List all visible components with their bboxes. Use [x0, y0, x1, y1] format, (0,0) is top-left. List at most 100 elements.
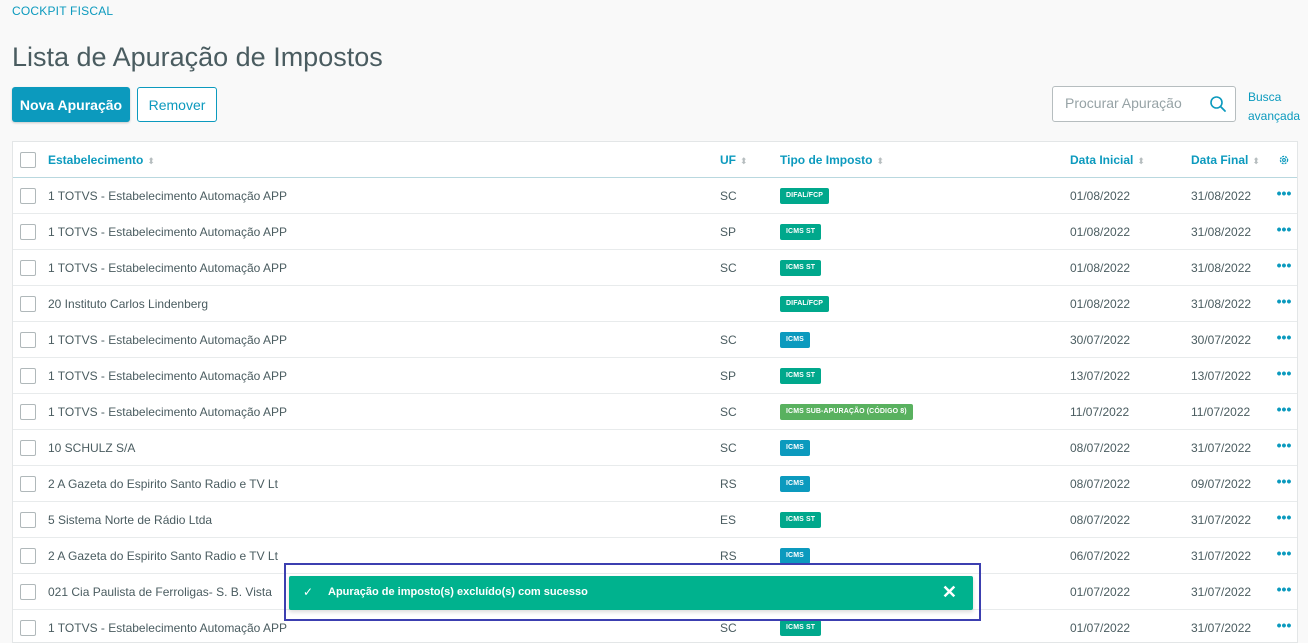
more-icon[interactable]: •••	[1271, 581, 1297, 597]
more-icon[interactable]: •••	[1271, 437, 1297, 453]
row-checkbox[interactable]	[20, 188, 36, 204]
row-checkbox[interactable]	[20, 260, 36, 276]
more-icon[interactable]: •••	[1271, 509, 1297, 525]
uf-cell: SP	[720, 358, 780, 394]
row-checkbox[interactable]	[20, 440, 36, 456]
select-all-checkbox[interactable]	[20, 152, 36, 168]
row-checkbox[interactable]	[20, 368, 36, 384]
row-actions-cell[interactable]: •••	[1271, 250, 1297, 286]
data-inicial-cell: 01/08/2022	[1070, 214, 1191, 250]
more-icon[interactable]: •••	[1271, 329, 1297, 345]
table-row[interactable]: 10 SCHULZ S/ASCICMS08/07/202231/07/2022•…	[13, 430, 1297, 466]
select-all-cell[interactable]	[13, 142, 48, 178]
row-select-cell[interactable]	[13, 214, 48, 250]
data-inicial-cell: 08/07/2022	[1070, 466, 1191, 502]
column-tipo-imposto[interactable]: Tipo de Imposto⬍	[780, 142, 1070, 178]
more-icon[interactable]: •••	[1271, 401, 1297, 417]
tipo-cell: ICMS ST	[780, 502, 1070, 538]
row-checkbox[interactable]	[20, 584, 36, 600]
row-select-cell[interactable]	[13, 574, 48, 610]
row-select-cell[interactable]	[13, 286, 48, 322]
row-checkbox[interactable]	[20, 296, 36, 312]
row-actions-cell[interactable]: •••	[1271, 178, 1297, 214]
row-checkbox[interactable]	[20, 512, 36, 528]
table-row[interactable]: 5 Sistema Norte de Rádio LtdaESICMS ST08…	[13, 502, 1297, 538]
row-checkbox[interactable]	[20, 476, 36, 492]
search-icon[interactable]	[1209, 95, 1227, 113]
row-actions-cell[interactable]: •••	[1271, 574, 1297, 610]
tipo-badge: ICMS ST	[780, 512, 821, 528]
row-actions-cell[interactable]: •••	[1271, 214, 1297, 250]
gear-icon[interactable]	[1278, 154, 1290, 166]
data-final-cell: 31/08/2022	[1191, 250, 1271, 286]
table-row[interactable]: 20 Instituto Carlos LindenbergDIFAL/FCP0…	[13, 286, 1297, 322]
tipo-badge: ICMS	[780, 476, 810, 492]
row-checkbox[interactable]	[20, 404, 36, 420]
more-icon[interactable]: •••	[1271, 185, 1297, 201]
column-data-final[interactable]: Data Final⬍	[1191, 142, 1271, 178]
row-select-cell[interactable]	[13, 502, 48, 538]
search-input[interactable]	[1065, 95, 1205, 111]
table-row[interactable]: 1 TOTVS - Estabelecimento Automação APPS…	[13, 394, 1297, 430]
table-row[interactable]: 1 TOTVS - Estabelecimento Automação APPS…	[13, 178, 1297, 214]
row-select-cell[interactable]	[13, 394, 48, 430]
more-icon[interactable]: •••	[1271, 293, 1297, 309]
row-actions-cell[interactable]: •••	[1271, 286, 1297, 322]
row-select-cell[interactable]	[13, 430, 48, 466]
tipo-cell: ICMS	[780, 430, 1070, 466]
row-select-cell[interactable]	[13, 322, 48, 358]
data-inicial-cell: 11/07/2022	[1070, 394, 1191, 430]
estabelecimento-cell: 5 Sistema Norte de Rádio Ltda	[48, 502, 720, 538]
uf-cell	[720, 286, 780, 322]
row-checkbox[interactable]	[20, 224, 36, 240]
row-actions-cell[interactable]: •••	[1271, 394, 1297, 430]
tipo-badge: ICMS ST	[780, 224, 821, 240]
row-actions-cell[interactable]: •••	[1271, 430, 1297, 466]
table-row[interactable]: 1 TOTVS - Estabelecimento Automação APPS…	[13, 358, 1297, 394]
estabelecimento-cell: 1 TOTVS - Estabelecimento Automação APP	[48, 214, 720, 250]
row-actions-cell[interactable]: •••	[1271, 322, 1297, 358]
table-row[interactable]: 1 TOTVS - Estabelecimento Automação APPS…	[13, 250, 1297, 286]
table-row[interactable]: 2 A Gazeta do Espirito Santo Radio e TV …	[13, 466, 1297, 502]
column-label: Data Final	[1191, 153, 1248, 167]
row-actions-cell[interactable]: •••	[1271, 610, 1297, 643]
more-icon[interactable]: •••	[1271, 545, 1297, 561]
row-checkbox[interactable]	[20, 620, 36, 636]
data-final-cell: 31/07/2022	[1191, 610, 1271, 643]
more-icon[interactable]: •••	[1271, 365, 1297, 381]
row-select-cell[interactable]	[13, 610, 48, 643]
table-row[interactable]: 1 TOTVS - Estabelecimento Automação APPS…	[13, 322, 1297, 358]
search-box[interactable]	[1052, 86, 1236, 122]
row-checkbox[interactable]	[20, 332, 36, 348]
row-actions-cell[interactable]: •••	[1271, 538, 1297, 574]
row-select-cell[interactable]	[13, 466, 48, 502]
nova-apuracao-button[interactable]: Nova Apuração	[12, 87, 130, 122]
data-inicial-cell: 30/07/2022	[1070, 322, 1191, 358]
tipo-cell: ICMS ST	[780, 358, 1070, 394]
table-row[interactable]: 1 TOTVS - Estabelecimento Automação APPS…	[13, 214, 1297, 250]
row-actions-cell[interactable]: •••	[1271, 502, 1297, 538]
more-icon[interactable]: •••	[1271, 221, 1297, 237]
row-checkbox[interactable]	[20, 548, 36, 564]
row-select-cell[interactable]	[13, 250, 48, 286]
remover-button[interactable]: Remover	[137, 87, 217, 122]
uf-cell: SC	[720, 322, 780, 358]
advanced-search-link[interactable]: Busca avançada	[1248, 88, 1300, 126]
column-estabelecimento[interactable]: Estabelecimento⬍	[48, 142, 720, 178]
row-actions-cell[interactable]: •••	[1271, 466, 1297, 502]
tipo-badge: ICMS ST	[780, 368, 821, 384]
more-icon[interactable]: •••	[1271, 257, 1297, 273]
column-settings[interactable]	[1271, 142, 1297, 178]
more-icon[interactable]: •••	[1271, 473, 1297, 489]
row-select-cell[interactable]	[13, 538, 48, 574]
sort-icon: ⬍	[147, 156, 155, 166]
row-select-cell[interactable]	[13, 178, 48, 214]
data-final-cell: 31/07/2022	[1191, 502, 1271, 538]
breadcrumb[interactable]: COCKPIT FISCAL	[12, 4, 113, 18]
column-data-inicial[interactable]: Data Inicial⬍	[1070, 142, 1191, 178]
close-icon[interactable]: ✕	[942, 583, 957, 601]
row-select-cell[interactable]	[13, 358, 48, 394]
data-inicial-cell: 08/07/2022	[1070, 430, 1191, 466]
row-actions-cell[interactable]: •••	[1271, 358, 1297, 394]
column-uf[interactable]: UF⬍	[720, 142, 780, 178]
